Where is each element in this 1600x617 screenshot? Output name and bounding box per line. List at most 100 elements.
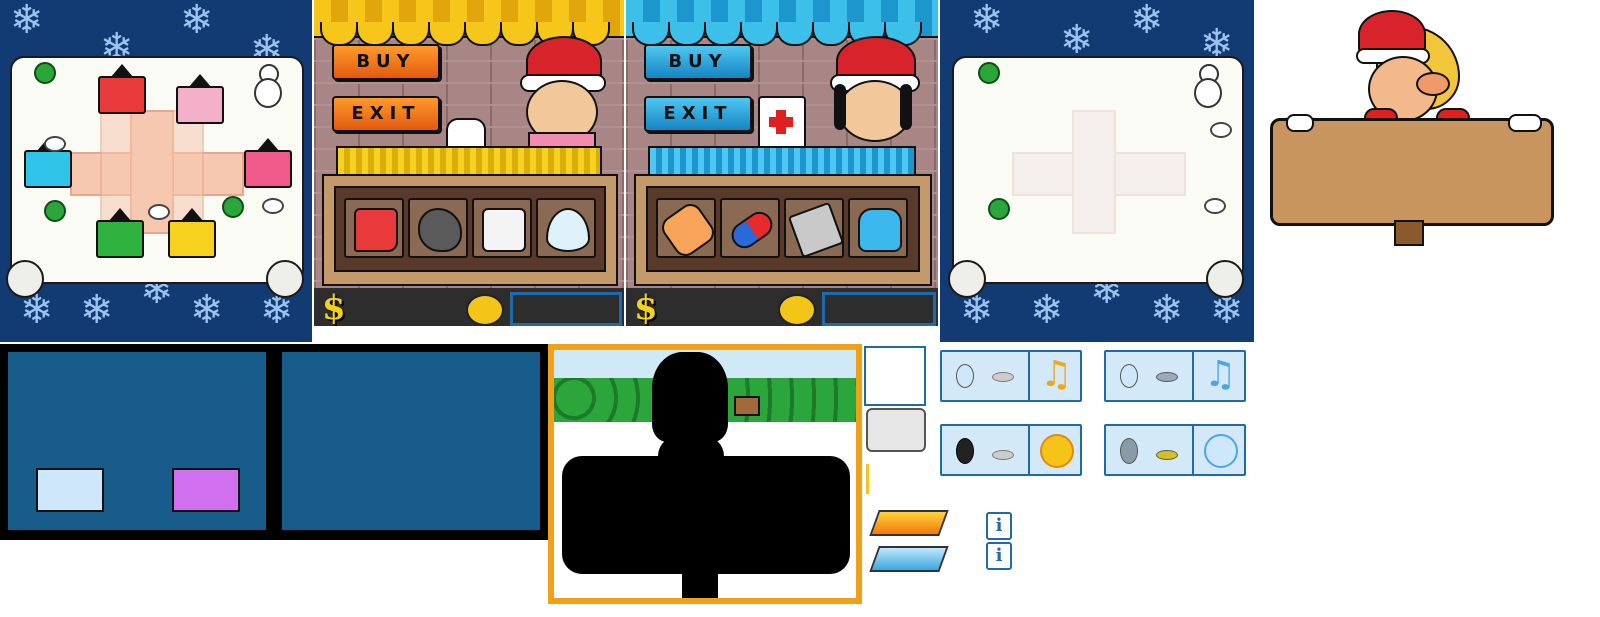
pill-capsule-icon bbox=[726, 206, 778, 254]
tree-icon bbox=[978, 62, 1000, 84]
medicine-jar-icon bbox=[758, 96, 806, 150]
music-note-icon: ♫ bbox=[1040, 354, 1073, 395]
info-icon[interactable]: i bbox=[986, 542, 1012, 570]
item-slot[interactable] bbox=[472, 198, 532, 258]
sign-snow bbox=[1508, 114, 1542, 132]
snowflake-icon: ❄ bbox=[970, 0, 1004, 43]
snowflake-icon: ❄ bbox=[1060, 17, 1094, 63]
music-note-icon: ♫ bbox=[1204, 354, 1237, 395]
penguin-icon bbox=[1120, 364, 1138, 388]
sound-toggle[interactable] bbox=[940, 424, 1082, 476]
buy-button[interactable]: BUY bbox=[644, 44, 752, 80]
item-slot[interactable] bbox=[784, 198, 845, 259]
mini-village-icon bbox=[866, 408, 926, 452]
penguin-icon bbox=[992, 450, 1014, 460]
ice-cube-icon bbox=[482, 208, 526, 252]
boot-icon bbox=[354, 208, 398, 252]
post-silhouette bbox=[682, 570, 718, 598]
snowflake-icon: ❄ bbox=[10, 0, 44, 43]
snowflake-icon: ❄ bbox=[80, 287, 114, 333]
wooden-sign bbox=[1270, 118, 1554, 226]
penguin-icon bbox=[1120, 438, 1138, 464]
rock-icon bbox=[418, 208, 462, 252]
character-nose bbox=[1416, 72, 1450, 96]
info-icon[interactable]: i bbox=[986, 512, 1012, 540]
map-road-faded bbox=[1072, 110, 1116, 234]
blue-arrow-button[interactable] bbox=[869, 546, 949, 572]
dialog-panel-right bbox=[282, 352, 540, 530]
shopkeeper-hair bbox=[900, 84, 912, 130]
music-toggle-alt[interactable]: ♫ bbox=[1104, 350, 1246, 402]
potion-bottle-icon bbox=[858, 208, 902, 252]
house-pink-icon[interactable] bbox=[176, 74, 224, 124]
sound-toggle-alt[interactable] bbox=[1104, 424, 1246, 476]
penguin-icon bbox=[992, 372, 1014, 382]
red-cross-icon bbox=[769, 117, 793, 127]
sign-snow bbox=[1286, 114, 1314, 132]
snow-rock-icon bbox=[1204, 198, 1226, 214]
empty-frame bbox=[864, 346, 926, 406]
snowflake-icon: ❄ bbox=[1130, 0, 1164, 43]
scroll-roll bbox=[6, 260, 44, 298]
buy-button[interactable]: BUY bbox=[332, 44, 440, 80]
snow-rock-icon bbox=[44, 136, 66, 152]
counter-awning bbox=[648, 146, 916, 176]
orange-arrow-button[interactable] bbox=[869, 510, 949, 536]
sign-character bbox=[1268, 8, 1554, 252]
house-cyan-icon[interactable] bbox=[24, 138, 72, 188]
snow-rock-icon bbox=[148, 204, 170, 220]
plaster-icon bbox=[787, 201, 845, 259]
counter-awning bbox=[336, 146, 602, 176]
house-red-icon[interactable] bbox=[98, 64, 146, 114]
penguin-icon bbox=[956, 438, 974, 464]
coin-counter bbox=[822, 292, 936, 326]
flag-cursor-icon bbox=[866, 464, 883, 494]
exit-button[interactable]: EXIT bbox=[644, 96, 752, 132]
color-tile-purple[interactable] bbox=[172, 468, 240, 512]
penguin-icon bbox=[1156, 372, 1178, 382]
tree-icon bbox=[988, 198, 1010, 220]
snowflake-icon: ❄ bbox=[180, 0, 214, 43]
snowman-icon bbox=[1194, 64, 1222, 108]
penguin-icon bbox=[956, 364, 974, 388]
sign-post bbox=[1394, 220, 1424, 246]
coin-icon bbox=[778, 294, 816, 326]
item-slot[interactable] bbox=[656, 198, 719, 261]
character-silhouette bbox=[652, 352, 728, 442]
snowflake-icon: ❄ bbox=[190, 287, 224, 333]
item-slot[interactable] bbox=[848, 198, 908, 258]
snow-rock-icon bbox=[1210, 122, 1232, 138]
shop-right: BUY EXIT $ bbox=[626, 0, 938, 326]
scroll-roll bbox=[266, 260, 304, 298]
penguin-icon bbox=[1156, 450, 1178, 460]
sign-silhouette bbox=[562, 456, 850, 574]
item-slot[interactable] bbox=[720, 198, 780, 258]
coin-counter bbox=[510, 292, 622, 326]
house-green-icon[interactable] bbox=[96, 208, 144, 258]
item-slot[interactable] bbox=[408, 198, 468, 258]
tree-icon bbox=[34, 62, 56, 84]
map-panel-right: ❄ ❄ ❄ ❄ ❄ ❄ ❄ ❄ ❄ bbox=[940, 0, 1254, 342]
house-magenta-icon[interactable] bbox=[244, 138, 292, 188]
shopkeeper-hair bbox=[834, 84, 846, 130]
tree-icon bbox=[222, 196, 244, 218]
sun-icon bbox=[1204, 434, 1238, 468]
item-slot[interactable] bbox=[536, 198, 596, 258]
snow-rock-icon bbox=[262, 198, 284, 214]
exit-button[interactable]: EXIT bbox=[332, 96, 440, 132]
music-toggle[interactable]: ♫ bbox=[940, 350, 1082, 402]
sun-icon bbox=[1040, 434, 1074, 468]
item-slot[interactable] bbox=[344, 198, 404, 258]
coin-icon bbox=[466, 294, 504, 326]
scroll-roll bbox=[948, 260, 986, 298]
dollar-icon: $ bbox=[322, 288, 346, 326]
shop-left: BUY EXIT $ bbox=[314, 0, 624, 326]
bandage-icon bbox=[657, 199, 719, 261]
map-panel-left: ❄ ❄ ❄ ❄ ❄ ❄ ❄ ❄ ❄ bbox=[0, 0, 312, 342]
color-tile-light-blue[interactable] bbox=[36, 468, 104, 512]
tree-icon bbox=[44, 200, 66, 222]
snowflake-icon: ❄ bbox=[1030, 287, 1064, 333]
signpost-icon bbox=[734, 396, 760, 416]
picture-frame bbox=[548, 344, 862, 604]
house-yellow-icon[interactable] bbox=[168, 208, 216, 258]
